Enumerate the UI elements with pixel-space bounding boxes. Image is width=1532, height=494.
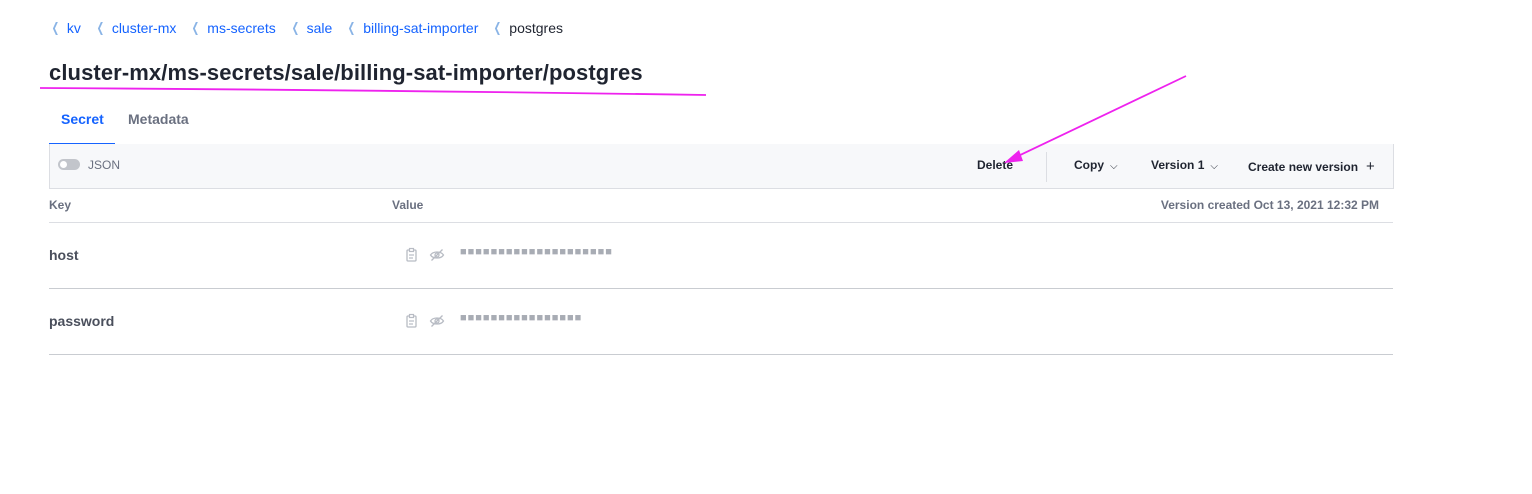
- arrow-annotation: [1013, 75, 1187, 159]
- title-underline-annotation: [39, 87, 707, 96]
- annotation-overlay: [39, 75, 1187, 163]
- arrowhead-annotation: [1004, 150, 1023, 163]
